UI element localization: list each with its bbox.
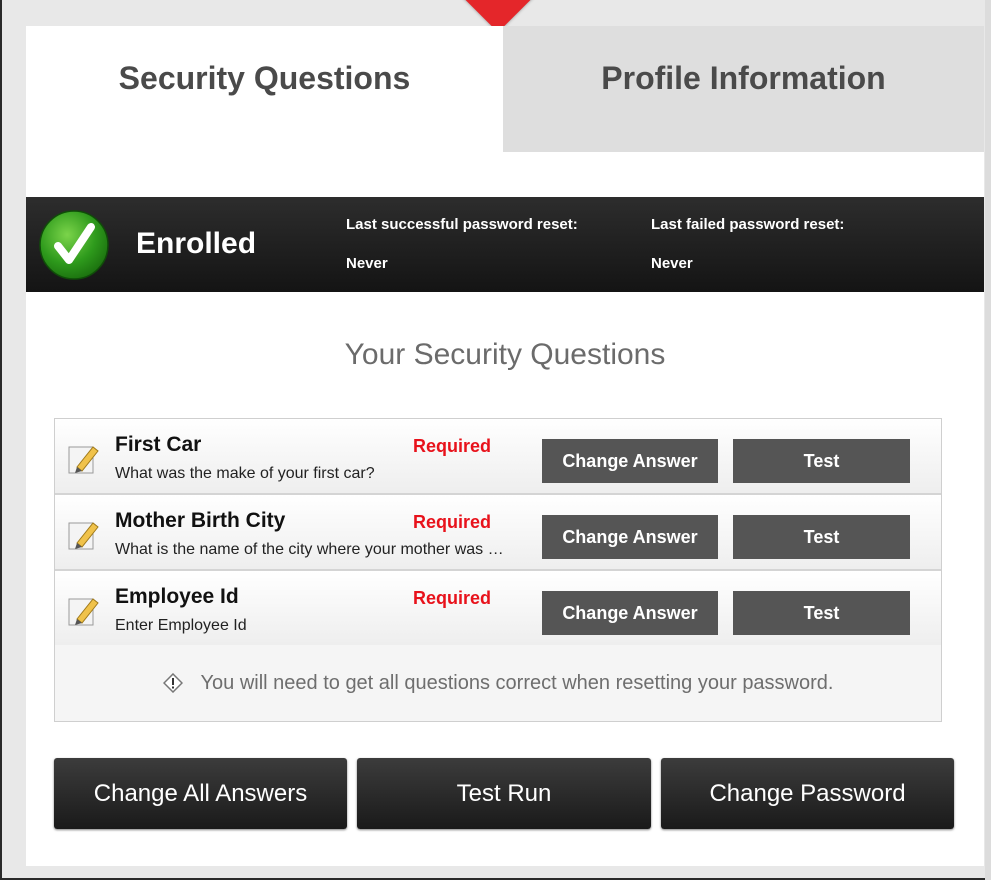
- requirement-note-text: You will need to get all questions corre…: [200, 671, 834, 694]
- question-row: First Car What was the make of your firs…: [55, 419, 941, 495]
- change-answer-button[interactable]: Change Answer: [542, 439, 718, 483]
- tab-security-questions[interactable]: Security Questions: [26, 26, 503, 152]
- tab-profile-information[interactable]: Profile Information: [503, 26, 984, 152]
- edit-pencil-icon[interactable]: [67, 441, 101, 475]
- last-success-label: Last successful password reset:: [346, 216, 578, 233]
- tab-profile-information-label: Profile Information: [601, 59, 886, 96]
- right-gutter: [985, 0, 991, 880]
- tab-security-questions-label: Security Questions: [118, 59, 411, 96]
- required-badge: Required: [413, 588, 492, 608]
- edit-pencil-icon[interactable]: [67, 517, 101, 551]
- check-circle-icon: [39, 210, 109, 280]
- last-success-value: Never: [346, 255, 388, 272]
- question-text: What is the name of the city where your …: [115, 541, 507, 558]
- last-failed-label: Last failed password reset:: [651, 216, 845, 233]
- question-text: Enter Employee Id: [115, 617, 247, 634]
- security-question-list: First Car What was the make of your firs…: [54, 418, 942, 722]
- last-failed-value: Never: [651, 255, 693, 272]
- change-password-button[interactable]: Change Password: [661, 758, 954, 829]
- test-button[interactable]: Test: [733, 591, 910, 635]
- enrolled-status-text: Enrolled: [136, 227, 257, 260]
- question-title: Employee Id: [115, 585, 239, 608]
- question-row: Mother Birth City What is the name of th…: [55, 495, 941, 571]
- test-button[interactable]: Test: [733, 515, 910, 559]
- test-run-button[interactable]: Test Run: [357, 758, 651, 829]
- required-badge: Required: [413, 436, 492, 456]
- question-title: Mother Birth City: [115, 509, 286, 532]
- enrollment-status-bar: Enrolled Last successful password reset:…: [26, 197, 984, 292]
- security-panel: Security Questions Profile Information E…: [26, 26, 984, 866]
- change-all-answers-button[interactable]: Change All Answers: [54, 758, 347, 829]
- question-text: What was the make of your first car?: [115, 465, 375, 482]
- requirement-note: You will need to get all questions corre…: [55, 645, 941, 721]
- required-badge: Required: [413, 512, 492, 532]
- section-title: Your Security Questions: [344, 338, 666, 371]
- question-title: First Car: [115, 433, 202, 456]
- change-answer-button[interactable]: Change Answer: [542, 515, 718, 559]
- test-button[interactable]: Test: [733, 439, 910, 483]
- edit-pencil-icon[interactable]: [67, 593, 101, 627]
- question-row: Employee Id Enter Employee Id Required C…: [55, 571, 941, 647]
- warning-diamond-icon: [162, 673, 183, 693]
- change-answer-button[interactable]: Change Answer: [542, 591, 718, 635]
